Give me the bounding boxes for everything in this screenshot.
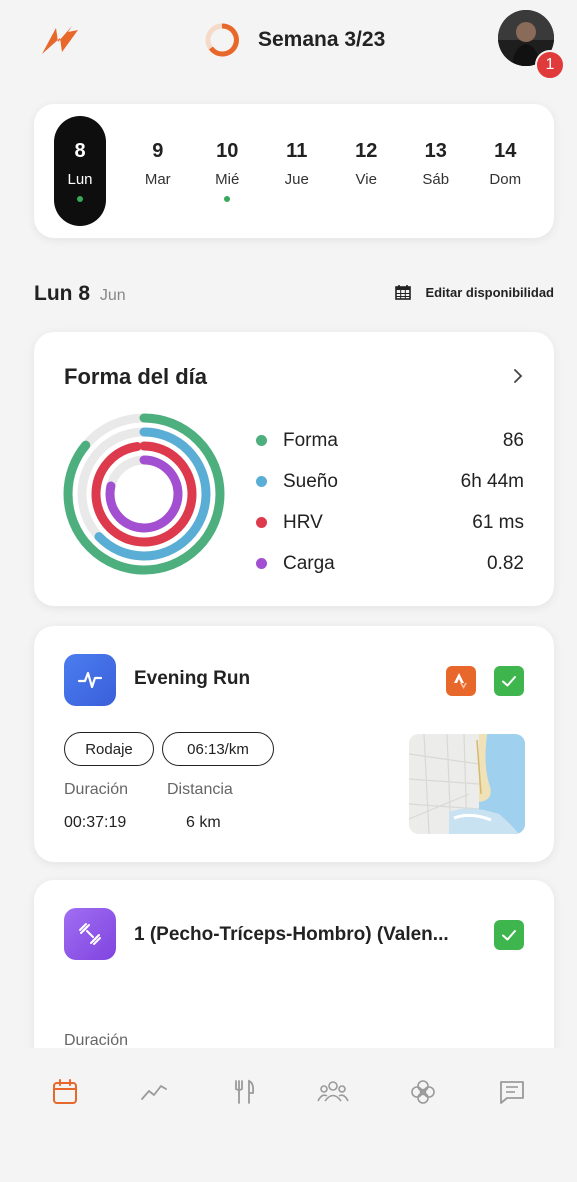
run-title: Evening Run	[134, 668, 251, 689]
day-name: Sáb	[422, 171, 450, 188]
edit-availability-label: Editar disponibilidad	[425, 284, 554, 300]
nav-progress[interactable]	[132, 1070, 176, 1114]
day-item[interactable]: 13 Sáb	[401, 116, 471, 226]
day-name: Dom	[489, 171, 522, 188]
trend-icon	[141, 1085, 168, 1100]
selected-date-row: Lun 8 Jun Editar disponibilidad	[34, 282, 554, 310]
day-name: Jue	[284, 171, 309, 188]
run-activity-icon	[64, 654, 116, 706]
day-number: 12	[355, 140, 378, 162]
calendar-grid-icon	[395, 285, 412, 300]
day-item[interactable]: 9 Mar	[123, 116, 193, 226]
metric-value: 61 ms	[472, 511, 524, 533]
activity-card-run[interactable]: Evening Run Rodaje 06:13/km Duración Dis…	[34, 626, 554, 862]
strength-activity-icon	[64, 908, 116, 960]
nav-nutrition[interactable]	[222, 1070, 266, 1114]
top-header: Semana 3/23 1	[10, 0, 567, 80]
nav-community[interactable]	[311, 1070, 355, 1114]
duration-value: 00:37:19	[64, 814, 127, 831]
metric-row-carga: Carga 0.82	[256, 543, 524, 584]
chat-icon	[500, 1081, 525, 1104]
metric-label: Forma	[283, 429, 338, 451]
selected-date: Lun 8 Jun	[34, 282, 126, 306]
activity-dot	[77, 196, 83, 202]
day-item[interactable]: 8 Lun	[54, 116, 106, 226]
metric-dot	[256, 517, 267, 528]
metric-value: 86	[502, 429, 524, 451]
selected-date-day: Lun 8	[34, 282, 90, 305]
run-type-tag: Rodaje	[64, 732, 154, 766]
day-item[interactable]: 14 Dom	[471, 116, 541, 226]
distance-value: 6 km	[186, 814, 221, 831]
day-name: Lun	[67, 171, 93, 188]
app-screen: Semana 3/23 1 8 Lun 9 Mar 10 Mié 11 Jue …	[10, 0, 567, 1182]
check-icon	[502, 930, 516, 941]
day-name: Vie	[355, 171, 377, 188]
metric-dot	[256, 435, 267, 446]
day-number: 9	[152, 140, 164, 162]
calendar-icon	[52, 1079, 77, 1104]
chevron-right-icon[interactable]	[512, 366, 524, 386]
metric-row-forma: Forma 86	[256, 420, 524, 461]
pulse-icon	[77, 671, 103, 689]
metric-dot	[256, 558, 267, 569]
forma-card[interactable]: Forma del día Forma 86 Sueño 6h 44m HRV …	[34, 332, 554, 606]
brand-logo-icon[interactable]	[40, 22, 84, 58]
forma-title: Forma del día	[64, 364, 208, 389]
day-item[interactable]: 12 Vie	[332, 116, 402, 226]
week-selector[interactable]: Semana 3/23	[204, 22, 385, 58]
metric-label: Carga	[283, 552, 335, 574]
run-pace-tag: 06:13/km	[162, 732, 274, 766]
day-item[interactable]: 11 Jue	[262, 116, 332, 226]
metric-dot	[256, 476, 267, 487]
activity-dot	[224, 196, 231, 202]
strava-icon	[454, 673, 467, 689]
strava-sync-icon[interactable]	[446, 666, 476, 696]
metric-row-sueno: Sueño 6h 44m	[256, 461, 524, 502]
nav-messages[interactable]	[490, 1070, 534, 1114]
day-number: 13	[424, 140, 447, 162]
metric-value: 0.82	[487, 552, 524, 574]
metric-label: HRV	[283, 511, 323, 533]
route-map-thumbnail[interactable]	[409, 734, 525, 834]
flower-icon	[410, 1080, 435, 1104]
nav-wellness[interactable]	[401, 1070, 445, 1114]
community-icon	[317, 1081, 349, 1102]
metric-value: 6h 44m	[460, 470, 524, 492]
dumbbell-icon	[79, 923, 101, 945]
completed-check-button[interactable]	[494, 920, 524, 950]
duration-label: Duración	[64, 781, 129, 798]
metric-row-hrv: HRV 61 ms	[256, 502, 524, 543]
week-label: Semana 3/23	[258, 28, 386, 51]
notification-badge[interactable]: 1	[535, 50, 565, 80]
day-item[interactable]: 10 Mié	[193, 116, 263, 226]
completed-check-button[interactable]	[494, 666, 524, 696]
forma-metrics: Forma 86 Sueño 6h 44m HRV 61 ms Carga 0.…	[256, 420, 524, 584]
day-name: Mar	[144, 171, 171, 188]
forma-rings-chart	[63, 413, 225, 575]
metric-label: Sueño	[283, 470, 338, 492]
check-icon	[502, 676, 516, 687]
week-day-strip: 8 Lun 9 Mar 10 Mié 11 Jue 12 Vie 13 Sáb	[34, 104, 554, 238]
day-number: 14	[494, 140, 517, 162]
day-name: Mié	[215, 171, 240, 188]
strength-title: 1 (Pecho-Tríceps-Hombro) (Valen...	[134, 924, 449, 945]
bottom-nav-bar	[10, 1048, 567, 1136]
nutrition-icon	[234, 1079, 254, 1104]
bottom-navigation	[10, 1048, 567, 1182]
day-number: 11	[286, 140, 308, 162]
week-progress-icon	[205, 23, 239, 57]
edit-availability-button[interactable]: Editar disponibilidad	[395, 284, 554, 300]
day-number: 8	[74, 140, 86, 162]
distance-label: Distancia	[167, 781, 233, 798]
selected-date-month: Jun	[99, 287, 126, 304]
nav-calendar[interactable]	[43, 1070, 87, 1114]
day-number: 10	[216, 140, 239, 162]
